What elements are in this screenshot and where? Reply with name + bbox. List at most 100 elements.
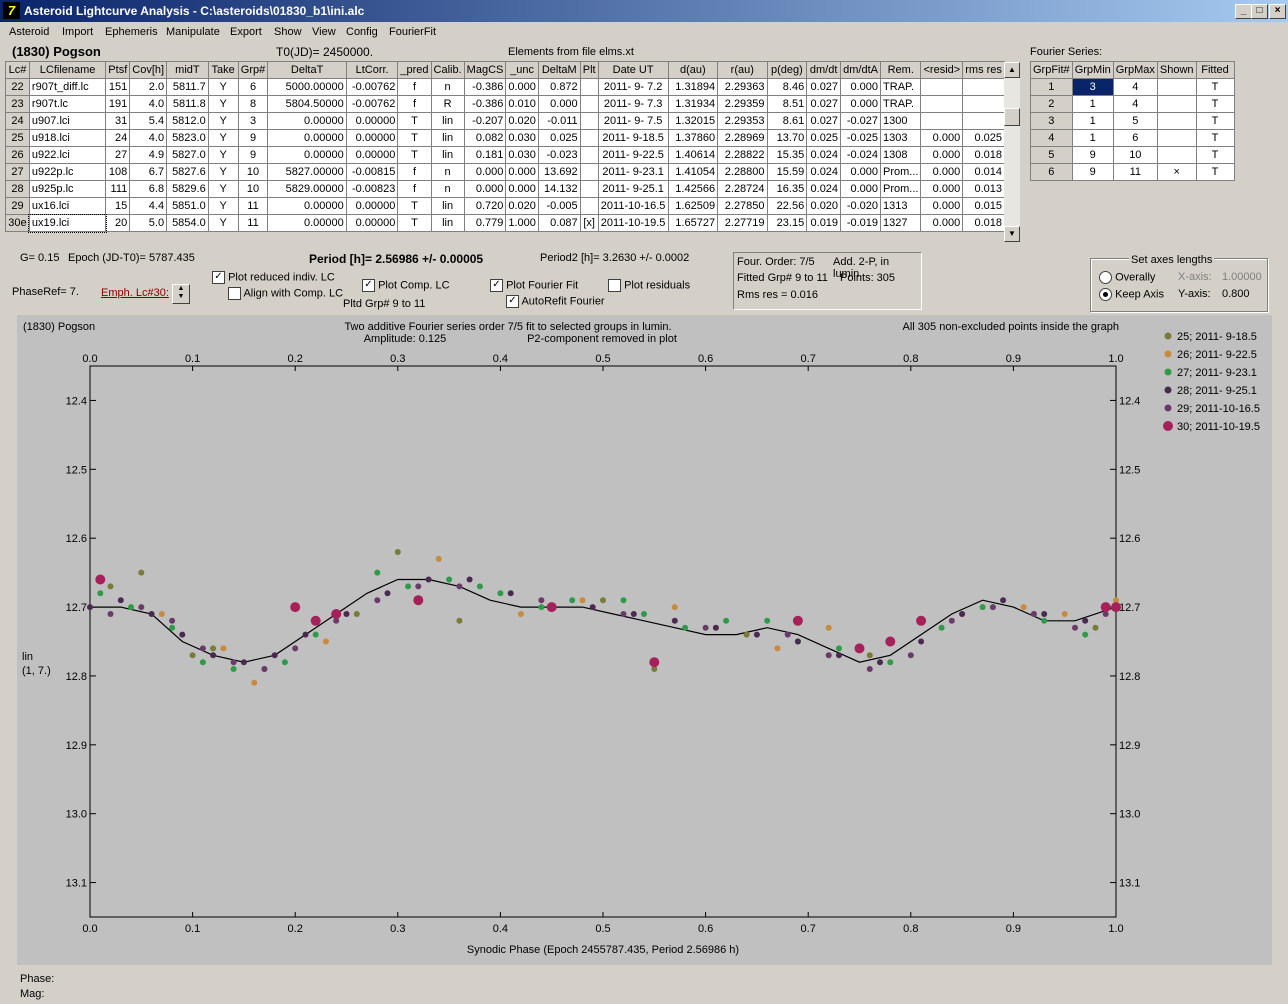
lc-cell[interactable]: 4.0 <box>129 129 168 147</box>
lc-cell[interactable]: 9 <box>237 146 269 164</box>
lc-column-header[interactable]: Take <box>207 61 239 79</box>
lc-cell[interactable]: 5829.6 <box>166 180 209 198</box>
lc-cell[interactable]: 2011- 9-18.5 <box>597 129 669 147</box>
lc-cell[interactable]: 2011- 9-22.5 <box>597 146 669 164</box>
lc-cell[interactable]: Prom... <box>880 180 922 198</box>
lc-cell[interactable]: T <box>397 112 432 130</box>
lc-table-row[interactable]: 23 r907t.lc 191 4.0 5811.8 Y 8 5804.50000 -0.007… <box>5 95 1005 113</box>
fourier-row-header[interactable]: 1 <box>1030 78 1073 96</box>
fourier-cell[interactable]: 10 <box>1112 146 1158 164</box>
lc-cell[interactable]: 6.8 <box>129 180 168 198</box>
lc-cell[interactable]: 13.692 <box>537 163 581 181</box>
lc-cell[interactable]: 6 <box>237 78 269 96</box>
lc-cell[interactable]: Y <box>207 197 239 215</box>
lc-cell[interactable]: 5000.00000 <box>267 78 347 96</box>
lc-cell[interactable]: 15 <box>105 197 131 215</box>
lc-cell[interactable]: 5829.00000 <box>267 180 347 198</box>
lc-cell[interactable]: 15.35 <box>766 146 808 164</box>
lc-cell[interactable]: 8.61 <box>766 112 808 130</box>
lc-cell[interactable]: 2011-10-16.5 <box>597 197 669 215</box>
lc-cell[interactable]: 1.40614 <box>667 146 719 164</box>
fourier-row-header[interactable]: 2 <box>1030 95 1073 113</box>
lc-cell[interactable]: u922p.lc <box>28 163 107 181</box>
lc-cell[interactable]: 0.000 <box>537 95 581 113</box>
lc-column-header[interactable]: Rem. <box>880 61 922 79</box>
lc-cell[interactable]: 0.872 <box>537 78 581 96</box>
lc-cell[interactable] <box>579 78 599 96</box>
lc-cell[interactable]: 5827.0 <box>166 146 209 164</box>
lc-cell[interactable]: 1300 <box>880 112 922 130</box>
fourier-cell[interactable]: 4 <box>1112 95 1158 113</box>
menu-show[interactable]: Show <box>274 26 302 38</box>
lc-cell[interactable]: 0.00000 <box>267 197 347 215</box>
menu-asteroid[interactable]: Asteroid <box>9 26 49 38</box>
fourier-column-header[interactable]: Fitted <box>1195 61 1235 79</box>
lc-cell[interactable]: -0.020 <box>840 197 882 215</box>
lc-cell[interactable]: 1.65727 <box>667 214 719 232</box>
lc-cell[interactable]: 2.27850 <box>717 197 768 215</box>
lc-cell[interactable]: 5854.0 <box>166 214 209 232</box>
lc-cell[interactable]: 1.37860 <box>667 129 719 147</box>
lc-cell[interactable]: lin <box>430 197 465 215</box>
lc-cell[interactable]: 2.0 <box>129 78 168 96</box>
lc-cell[interactable]: 0.00000 <box>267 146 347 164</box>
lc-cell[interactable]: f <box>397 163 432 181</box>
lc-cell[interactable]: 0.000 <box>920 146 964 164</box>
lc-cell[interactable]: Y <box>207 78 239 96</box>
lc-cell[interactable]: lin <box>430 214 465 232</box>
lc-column-header[interactable]: LtCorr. <box>345 61 399 79</box>
lc-row-header[interactable]: 28 <box>5 180 30 198</box>
lc-cell[interactable] <box>920 112 964 130</box>
lc-cell[interactable]: 1327 <box>880 214 922 232</box>
lc-cell[interactable]: TRAP. <box>880 95 922 113</box>
lc-cell[interactable]: 0.019 <box>806 214 842 232</box>
fourier-table-row[interactable]: 134 T <box>1030 78 1235 96</box>
lc-cell[interactable]: 0.010 <box>505 95 539 113</box>
lc-cell[interactable]: -0.023 <box>537 146 581 164</box>
lc-column-header[interactable]: d(au) <box>667 61 719 79</box>
lc-column-header[interactable]: dm/dt <box>806 61 842 79</box>
lc-cell[interactable]: 1308 <box>880 146 922 164</box>
lc-cell[interactable]: 0.000 <box>920 197 964 215</box>
lc-column-header[interactable]: Grp# <box>237 61 269 79</box>
lc-cell[interactable]: 22.56 <box>766 197 808 215</box>
lc-cell[interactable]: 0.000 <box>840 78 882 96</box>
lc-cell[interactable]: 1.31934 <box>667 95 719 113</box>
fourier-cell[interactable]: 4 <box>1112 78 1158 96</box>
lc-cell[interactable]: 16.35 <box>766 180 808 198</box>
lc-cell[interactable]: 6.7 <box>129 163 168 181</box>
lc-cell[interactable]: 11 <box>237 214 269 232</box>
lc-cell[interactable]: 1.31894 <box>667 78 719 96</box>
lc-cell[interactable]: 1303 <box>880 129 922 147</box>
overally-radio[interactable]: Overally <box>1099 271 1155 284</box>
fourier-cell[interactable]: 1 <box>1071 112 1114 130</box>
menu-ephemeris[interactable]: Ephemeris <box>105 26 158 38</box>
fourier-cell[interactable]: 9 <box>1071 146 1114 164</box>
emph-link[interactable]: Emph. Lc#30: <box>101 287 169 299</box>
lc-cell[interactable]: 0.020 <box>505 197 539 215</box>
fourier-table-row[interactable]: 6 9 11 × T <box>1030 163 1235 181</box>
fourier-row-header[interactable]: 3 <box>1030 112 1073 130</box>
lc-column-header[interactable]: rms res <box>962 61 1005 79</box>
lc-cell[interactable]: 0.000 <box>920 129 964 147</box>
lc-cell[interactable]: 5823.0 <box>166 129 209 147</box>
lc-cell[interactable]: 0.000 <box>463 163 507 181</box>
lc-cell[interactable]: -0.207 <box>463 112 507 130</box>
lc-cell[interactable]: f <box>397 78 432 96</box>
lc-column-header[interactable]: DeltaT <box>267 61 347 79</box>
lc-cell[interactable]: 24 <box>105 129 131 147</box>
y-axis-value[interactable]: 0.800 <box>1222 288 1250 300</box>
lc-cell[interactable]: 0.000 <box>920 163 964 181</box>
lc-column-header[interactable]: Plt <box>579 61 599 79</box>
lc-column-header[interactable]: Ptsf <box>105 61 131 79</box>
lc-cell[interactable]: T <box>397 129 432 147</box>
lc-cell[interactable]: 2.29353 <box>717 112 768 130</box>
lc-cell[interactable]: 0.027 <box>806 78 842 96</box>
align-checkbox[interactable]: Align with Comp. LC <box>228 287 343 300</box>
lc-row-header[interactable]: 24 <box>5 112 30 130</box>
lc-cell[interactable] <box>579 95 599 113</box>
lc-cell[interactable]: 0.000 <box>505 163 539 181</box>
lc-cell[interactable]: 0.00000 <box>267 129 347 147</box>
fourier-cell[interactable] <box>1156 95 1197 113</box>
lc-column-header[interactable]: DeltaM <box>537 61 581 79</box>
